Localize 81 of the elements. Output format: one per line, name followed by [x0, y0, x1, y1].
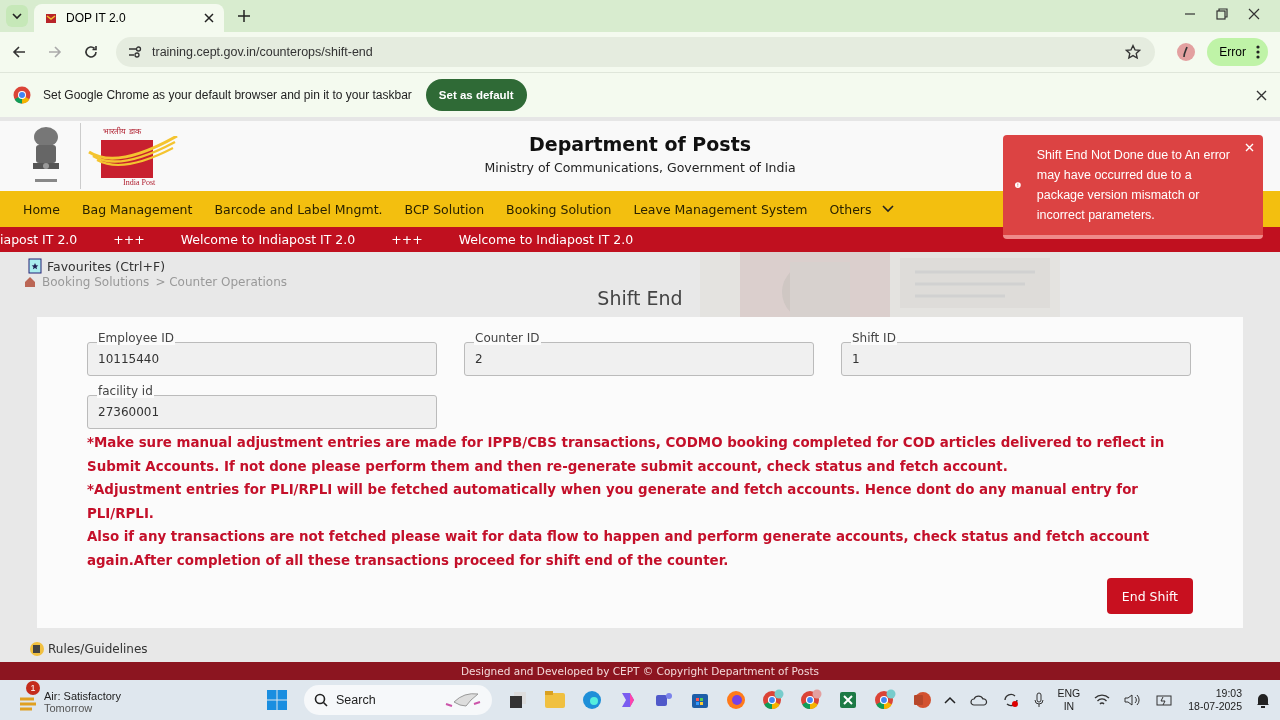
marquee-text: Welcome to Indiapost IT 2.0	[180, 232, 356, 247]
back-icon[interactable]	[12, 45, 26, 59]
nav-link[interactable]: Others	[829, 201, 894, 217]
weather-widget[interactable]: 1 Air: Satisfactory Tomorrow	[18, 681, 258, 719]
edge-browser-icon[interactable]	[582, 690, 602, 710]
field-label: Counter ID	[474, 331, 541, 345]
notification-badge: 1	[26, 681, 40, 695]
excel-icon[interactable]	[838, 690, 858, 710]
reload-icon[interactable]	[84, 45, 98, 59]
field-label: facility id	[97, 384, 154, 398]
wifi-icon[interactable]	[1094, 693, 1111, 707]
set-default-button[interactable]: Set as default	[425, 79, 527, 111]
taskbar-search[interactable]: Search	[304, 685, 492, 715]
chevron-down-icon	[881, 205, 894, 213]
sync-icon[interactable]	[1001, 691, 1020, 709]
end-shift-button[interactable]: End Shift	[1106, 578, 1193, 614]
site-title: Department of Posts	[528, 133, 752, 155]
site-subtitle: Ministry of Communications, Government of India	[484, 160, 796, 175]
restore-icon[interactable]	[1216, 8, 1228, 20]
address-bar[interactable]: training.cept.gov.in/counterops/shift-end	[116, 37, 1156, 67]
weather-title: Air: Satisfactory	[44, 690, 122, 702]
cloud-icon[interactable]	[969, 694, 988, 706]
page-title: Shift End	[597, 287, 683, 309]
site-settings-icon[interactable]	[128, 45, 142, 59]
rules-link[interactable]: Rules/Guidelines	[30, 642, 1280, 656]
weather-subtitle: Tomorrow	[44, 702, 94, 714]
book-icon	[30, 642, 44, 656]
marquee-text: iapost IT 2.0	[0, 232, 78, 247]
chevron-up-icon[interactable]	[943, 696, 956, 704]
input-field[interactable]: 1	[841, 342, 1191, 376]
powerpoint-icon[interactable]	[912, 690, 932, 710]
input-field[interactable]: 2	[464, 342, 814, 376]
search-icon	[314, 693, 328, 707]
close-icon[interactable]	[1248, 8, 1260, 20]
field-label: Employee ID	[97, 331, 176, 345]
home-icon	[24, 276, 36, 288]
profile-error-button[interactable]: Error	[1207, 38, 1268, 66]
marquee-text: +++	[113, 232, 145, 247]
tab-title: DOP IT 2.0	[66, 11, 127, 25]
tab-search-button[interactable]	[6, 5, 28, 27]
chrome-icon[interactable]	[762, 689, 784, 711]
battery-icon[interactable]	[1156, 693, 1175, 707]
star-icon[interactable]	[1125, 44, 1142, 60]
marquee-text: Welcome to Indiapost IT 2.0	[458, 232, 634, 247]
footer-text: Designed and Developed by CEPT © Copyright Department of Posts	[461, 665, 819, 677]
windows-start-icon[interactable]	[266, 689, 288, 711]
instruction-text: *Make sure manual adjustment entries are made for IPPB/CBS transactions, CODMO booking completed for COD articles delivered to reflect in Submit Accounts. If not done please perform them and then re-generate submit account, check status and fetch account.	[87, 434, 1166, 476]
chrome-icon[interactable]	[800, 689, 822, 711]
bookmark-page-icon	[28, 258, 42, 274]
browser-tab[interactable]: DOP IT 2.0	[34, 4, 224, 32]
profile-avatar-icon[interactable]	[1177, 43, 1196, 61]
logo-hindi-text: भारतीय डाक	[103, 125, 141, 136]
favicon-icon	[44, 11, 58, 25]
new-tab-icon[interactable]	[238, 10, 250, 22]
chrome-logo-icon	[13, 86, 31, 104]
clock[interactable]: 19:03 18-07-2025	[1188, 687, 1242, 713]
close-icon[interactable]	[204, 13, 214, 23]
field-label: Shift ID	[851, 331, 897, 345]
chrome-icon[interactable]	[874, 689, 896, 711]
instruction-text: *Adjustment entries for PLI/RPLI will be fetched automatically when you generate and fetch accounts. Hence dont do any manual entry for PLI/RPLI.	[87, 481, 1139, 523]
marquee-text: +++	[391, 232, 423, 247]
toast-message: Shift End Not Done due to An error may have occurred due to a package version mismatch or incorrect parameters.	[1036, 147, 1231, 224]
microphone-icon[interactable]	[1033, 692, 1044, 708]
nav-link[interactable]: Bag Management	[81, 201, 193, 217]
firefox-icon[interactable]	[726, 690, 746, 710]
infobar-message: Set Google Chrome as your default browser and pin it to your taskbar	[43, 88, 412, 102]
task-view-icon[interactable]	[508, 690, 528, 710]
nav-link[interactable]: Home	[23, 201, 60, 217]
logo-text: India Post	[123, 178, 156, 187]
bell-icon[interactable]	[1256, 692, 1270, 708]
nav-link[interactable]: BCP Solution	[404, 201, 485, 217]
speaker-icon[interactable]	[1124, 693, 1143, 707]
chevron-down-icon	[11, 10, 23, 22]
favourites-link[interactable]: Favourites (Ctrl+F)	[28, 258, 1280, 274]
instruction-text: Also if any transactions are not fetched please wait for data flow to happen and perform generate accounts, check status and fetch account again.After completion of all these transactions proceed for shift end of the counter.	[87, 528, 1151, 570]
nav-link[interactable]: Leave Management System	[633, 201, 808, 217]
close-icon[interactable]	[1256, 89, 1267, 101]
nav-link[interactable]: Barcode and Label Mngmt.	[214, 201, 383, 217]
language-indicator[interactable]: ENG IN	[1057, 687, 1081, 713]
nav-link[interactable]: Booking Solution	[506, 201, 612, 217]
more-icon[interactable]	[1256, 45, 1260, 59]
